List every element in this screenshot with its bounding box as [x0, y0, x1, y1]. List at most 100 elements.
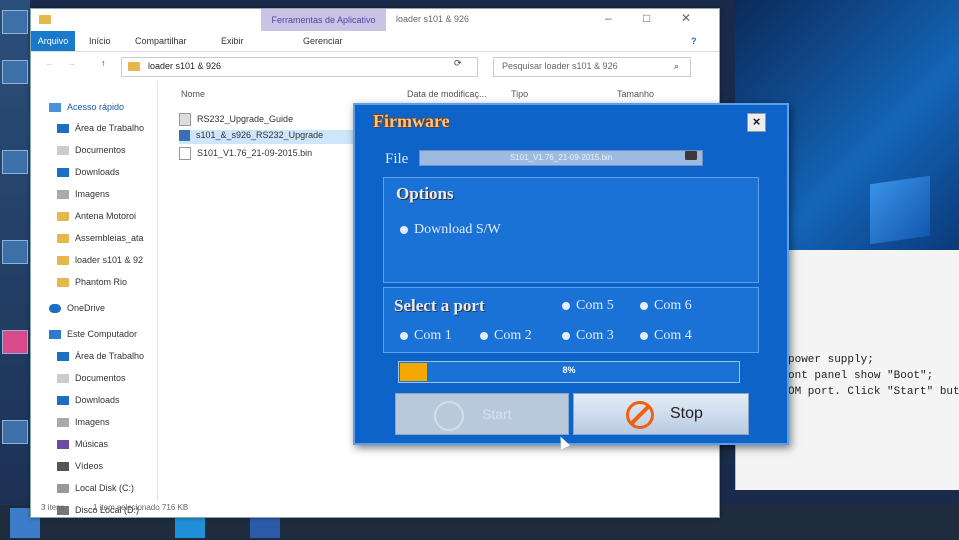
help-icon[interactable]: ?	[691, 36, 697, 46]
file-row[interactable]: RS232_Upgrade_Guide	[179, 113, 354, 127]
port-radio-com4[interactable]: Com 4	[640, 328, 692, 344]
file-row[interactable]: S101_V1.76_21-09-2015.bin	[179, 147, 354, 161]
firmware-dialog: Firmware × File S101_V1.76_21-09-2015.bi…	[353, 103, 789, 445]
port-group: Select a port Com 5 Com 6 Com 1 Com 2 Co…	[383, 287, 759, 353]
desktop-icon[interactable]	[2, 60, 28, 84]
radio-icon	[640, 301, 648, 310]
minimize-icon[interactable]: –	[605, 11, 612, 25]
images-icon	[57, 418, 69, 427]
nav-item[interactable]: Local Disk (C:)	[75, 483, 134, 493]
folder-icon	[57, 212, 69, 221]
download-icon	[57, 168, 69, 177]
status-bar: 3 itens 1 item selecionado 716 KB	[31, 503, 719, 517]
music-icon	[57, 440, 69, 449]
port-title: Select a port	[394, 296, 485, 315]
nav-item[interactable]: Downloads	[75, 167, 120, 177]
nav-item[interactable]: Antena Motoroi	[75, 211, 136, 221]
back-icon[interactable]: ←	[45, 58, 54, 68]
status-selection: 1 item selecionado 716 KB	[93, 503, 189, 512]
file-row-selected[interactable]: s101_&_s926_RS232_Upgrade	[179, 130, 354, 144]
stop-icon	[626, 401, 654, 429]
column-type[interactable]: Tipo	[511, 89, 528, 99]
search-input[interactable]: Pesquisar loader s101 & 926 ⌕	[493, 57, 691, 77]
folder-icon	[39, 15, 51, 24]
title-bar: Ferramentas de Aplicativo loader s101 & …	[31, 9, 719, 31]
forward-icon[interactable]: →	[67, 58, 76, 68]
radio-icon	[640, 331, 648, 340]
nav-item[interactable]: loader s101 & 92	[75, 255, 143, 265]
onedrive-icon	[49, 304, 61, 313]
nav-onedrive[interactable]: OneDrive	[67, 303, 105, 313]
tab-home[interactable]: Início	[89, 36, 111, 46]
port-radio-com2[interactable]: Com 2	[480, 328, 532, 344]
videos-icon	[57, 462, 69, 471]
nav-item[interactable]: Phantom Rio	[75, 277, 127, 287]
computer-icon	[49, 330, 61, 339]
radio-label: Com 5	[576, 298, 614, 313]
folder-icon	[57, 278, 69, 287]
start-icon	[434, 401, 464, 431]
progress-bar: 8%	[398, 361, 740, 383]
desktop-icon[interactable]	[2, 240, 28, 264]
folder-icon	[57, 256, 69, 265]
windows-logo	[870, 175, 930, 245]
port-radio-com3[interactable]: Com 3	[562, 328, 614, 344]
address-bar[interactable]: loader s101 & 926	[121, 57, 478, 77]
tab-view[interactable]: Exibir	[221, 36, 244, 46]
tab-application-tools[interactable]: Ferramentas de Aplicativo	[261, 9, 386, 31]
close-button[interactable]: ×	[747, 113, 766, 132]
download-sw-radio[interactable]: Download S/W	[400, 222, 501, 238]
column-size[interactable]: Tamanho	[617, 89, 654, 99]
port-radio-com5[interactable]: Com 5	[562, 298, 614, 314]
refresh-icon[interactable]: ⟳	[454, 58, 462, 69]
desktop-icon[interactable]	[2, 150, 28, 174]
nav-item[interactable]: Área de Trabalho	[75, 351, 144, 361]
tab-share[interactable]: Compartilhar	[135, 36, 187, 46]
browse-folder-icon[interactable]	[685, 151, 697, 160]
port-radio-com1[interactable]: Com 1	[400, 328, 452, 344]
nav-item[interactable]: Documentos	[75, 373, 126, 383]
file-label: File	[385, 151, 409, 167]
download-icon	[57, 396, 69, 405]
desktop-icon[interactable]	[2, 10, 28, 34]
nav-item[interactable]: Documentos	[75, 145, 126, 155]
folder-icon	[57, 234, 69, 243]
start-button[interactable]: Start	[395, 393, 569, 435]
nav-this-pc[interactable]: Este Computador	[67, 329, 137, 339]
column-name[interactable]: Nome	[181, 89, 205, 99]
options-group: Options Download S/W	[383, 177, 759, 283]
maximize-icon[interactable]: □	[643, 11, 650, 25]
tab-manage[interactable]: Gerenciar	[303, 36, 343, 46]
file-icon	[179, 147, 191, 160]
radio-icon	[400, 331, 408, 340]
radio-icon	[562, 301, 570, 310]
nav-item[interactable]: Área de Trabalho	[75, 123, 144, 133]
desktop-left-strip	[0, 0, 30, 540]
address-bar-row: ← → ↑ loader s101 & 926 ⟳ Pesquisar load…	[31, 53, 719, 79]
port-radio-com6[interactable]: Com 6	[640, 298, 692, 314]
nav-item[interactable]: Downloads	[75, 395, 120, 405]
nav-item[interactable]: Vídeos	[75, 461, 103, 471]
radio-label: Com 2	[494, 328, 532, 343]
close-icon[interactable]: ✕	[681, 11, 691, 25]
nav-item[interactable]: Músicas	[75, 439, 108, 449]
dialog-title: Firmware	[373, 111, 450, 131]
file-name: s101_&_s926_RS232_Upgrade	[196, 130, 324, 140]
desktop-icon	[57, 352, 69, 361]
up-icon[interactable]: ↑	[101, 58, 106, 68]
desktop-icon[interactable]	[2, 420, 28, 444]
nav-item[interactable]: Imagens	[75, 417, 110, 427]
radio-selected-icon	[400, 225, 408, 234]
nav-item[interactable]: Assembleias_ata	[75, 233, 144, 243]
desktop-icon[interactable]	[2, 330, 28, 354]
stop-button[interactable]: Stop	[573, 393, 749, 435]
tab-file[interactable]: Arquivo	[31, 31, 75, 51]
images-icon	[57, 190, 69, 199]
documents-icon	[57, 146, 69, 155]
column-date[interactable]: Data de modificaç...	[407, 89, 487, 99]
search-icon: ⌕	[674, 61, 680, 71]
nav-quick-access[interactable]: Acesso rápido	[67, 102, 124, 112]
file-path-field[interactable]: S101_V1.76_21-09-2015.bin	[419, 150, 703, 166]
nav-item[interactable]: Imagens	[75, 189, 110, 199]
radio-label: Download S/W	[414, 222, 501, 237]
